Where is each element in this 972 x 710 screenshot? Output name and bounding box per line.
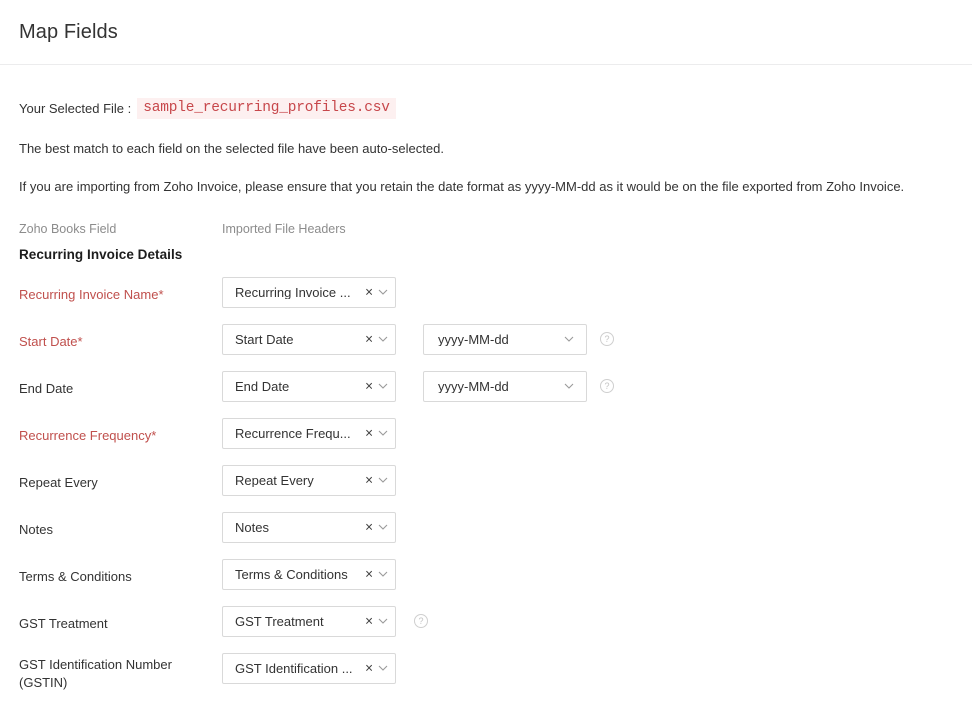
mapping-select-value: Notes	[235, 520, 269, 534]
clear-icon[interactable]: ×	[365, 333, 373, 347]
help-icon[interactable]: ?	[414, 613, 428, 628]
mapping-select-value: Terms & Conditions	[235, 567, 348, 581]
chevron-down-icon[interactable]	[378, 569, 388, 579]
mapping-select-value: End Date	[235, 379, 290, 393]
mapping-select-gstin[interactable]: GST Identification ... ×	[222, 652, 396, 684]
clear-icon[interactable]: ×	[365, 286, 373, 300]
date-format-value: yyyy-MM-dd	[438, 379, 509, 393]
date-format-select-start-date[interactable]: yyyy-MM-dd	[423, 323, 587, 355]
field-label-start-date: Start Date*	[19, 333, 83, 349]
field-label-gst-treatment: GST Treatment	[19, 615, 108, 631]
field-label-terms-conditions: Terms & Conditions	[19, 568, 132, 584]
clear-icon[interactable]: ×	[365, 662, 373, 676]
field-label-line-2: (GSTIN)	[19, 674, 68, 690]
mapping-select-recurring-invoice-name[interactable]: Recurring Invoice ... ×	[222, 276, 396, 308]
field-label-text: Start Date	[19, 333, 78, 349]
field-mapping-rows: Recurring Invoice Name* Recurring Invoic…	[19, 276, 953, 700]
clear-icon[interactable]: ×	[365, 615, 373, 629]
chevron-down-icon[interactable]	[378, 428, 388, 438]
mapping-select-start-date[interactable]: Start Date ×	[222, 323, 396, 355]
chevron-down-icon[interactable]	[564, 334, 574, 344]
field-label-line-1: GST Identification Number	[19, 656, 172, 672]
table-row: Repeat Every Repeat Every ×	[19, 464, 953, 512]
mapping-select-value: Start Date	[235, 332, 294, 346]
column-header-zoho-field: Zoho Books Field	[19, 221, 117, 236]
date-format-info-text: If you are importing from Zoho Invoice, …	[19, 178, 905, 194]
chevron-down-icon[interactable]	[378, 616, 388, 626]
selected-file-name: sample_recurring_profiles.csv	[137, 98, 396, 119]
selected-file-row: Your Selected File : sample_recurring_pr…	[19, 98, 953, 119]
field-label-repeat-every: Repeat Every	[19, 474, 98, 490]
selected-file-label: Your Selected File :	[19, 101, 132, 116]
date-format-select-end-date[interactable]: yyyy-MM-dd	[423, 370, 587, 402]
page-title: Map Fields	[19, 20, 118, 43]
table-row: Recurring Invoice Name* Recurring Invoic…	[19, 276, 953, 324]
field-label-recurring-invoice-name: Recurring Invoice Name*	[19, 286, 164, 302]
clear-icon[interactable]: ×	[365, 474, 373, 488]
field-label-gstin: GST Identification Number (GSTIN)	[19, 653, 222, 692]
mapping-select-value: Recurring Invoice ...	[235, 285, 351, 299]
date-format-value: yyyy-MM-dd	[438, 332, 509, 346]
mapping-select-value: GST Treatment	[235, 614, 324, 628]
help-icon[interactable]: ?	[600, 378, 614, 393]
clear-icon[interactable]: ×	[365, 380, 373, 394]
mapping-select-terms-conditions[interactable]: Terms & Conditions ×	[222, 558, 396, 590]
main-content: Your Selected File : sample_recurring_pr…	[0, 98, 972, 700]
table-row: Notes Notes ×	[19, 511, 953, 559]
mapping-select-value: Repeat Every	[235, 473, 314, 487]
mapping-select-notes[interactable]: Notes ×	[222, 511, 396, 543]
clear-icon[interactable]: ×	[365, 521, 373, 535]
mapping-select-value: GST Identification ...	[235, 661, 353, 675]
chevron-down-icon[interactable]	[378, 334, 388, 344]
chevron-down-icon[interactable]	[378, 522, 388, 532]
clear-icon[interactable]: ×	[365, 427, 373, 441]
table-row: Start Date* Start Date × yyyy-MM-dd ?	[19, 323, 953, 371]
chevron-down-icon[interactable]	[564, 381, 574, 391]
chevron-down-icon[interactable]	[378, 381, 388, 391]
mapping-select-end-date[interactable]: End Date ×	[222, 370, 396, 402]
chevron-down-icon[interactable]	[378, 287, 388, 297]
help-icon[interactable]: ?	[600, 331, 614, 346]
table-row: End Date End Date × yyyy-MM-dd ?	[19, 370, 953, 418]
field-label-notes: Notes	[19, 521, 53, 537]
chevron-down-icon[interactable]	[378, 663, 388, 673]
mapping-select-value: Recurrence Frequ...	[235, 426, 351, 440]
table-row: GST Identification Number (GSTIN) GST Id…	[19, 652, 953, 700]
clear-icon[interactable]: ×	[365, 568, 373, 582]
table-row: GST Treatment GST Treatment × ?	[19, 605, 953, 653]
mapping-select-recurrence-frequency[interactable]: Recurrence Frequ... ×	[222, 417, 396, 449]
field-label-recurrence-frequency: Recurrence Frequency*	[19, 427, 157, 443]
field-label-text: Recurrence Frequency	[19, 427, 152, 443]
column-header-imported-headers: Imported File Headers	[222, 221, 346, 236]
table-row: Recurrence Frequency* Recurrence Frequ..…	[19, 417, 953, 465]
table-row: Terms & Conditions Terms & Conditions ×	[19, 558, 953, 606]
chevron-down-icon[interactable]	[378, 475, 388, 485]
mapping-select-gst-treatment[interactable]: GST Treatment ×	[222, 605, 396, 637]
field-label-end-date: End Date	[19, 380, 74, 396]
section-title-recurring-invoice-details: Recurring Invoice Details	[19, 246, 183, 262]
column-headers: Zoho Books Field Imported File Headers	[19, 222, 953, 236]
field-label-text: Recurring Invoice Name	[19, 286, 159, 302]
mapping-select-repeat-every[interactable]: Repeat Every ×	[222, 464, 396, 496]
page-header: Map Fields	[0, 0, 972, 65]
automatch-info-text: The best match to each field on the sele…	[19, 141, 444, 156]
